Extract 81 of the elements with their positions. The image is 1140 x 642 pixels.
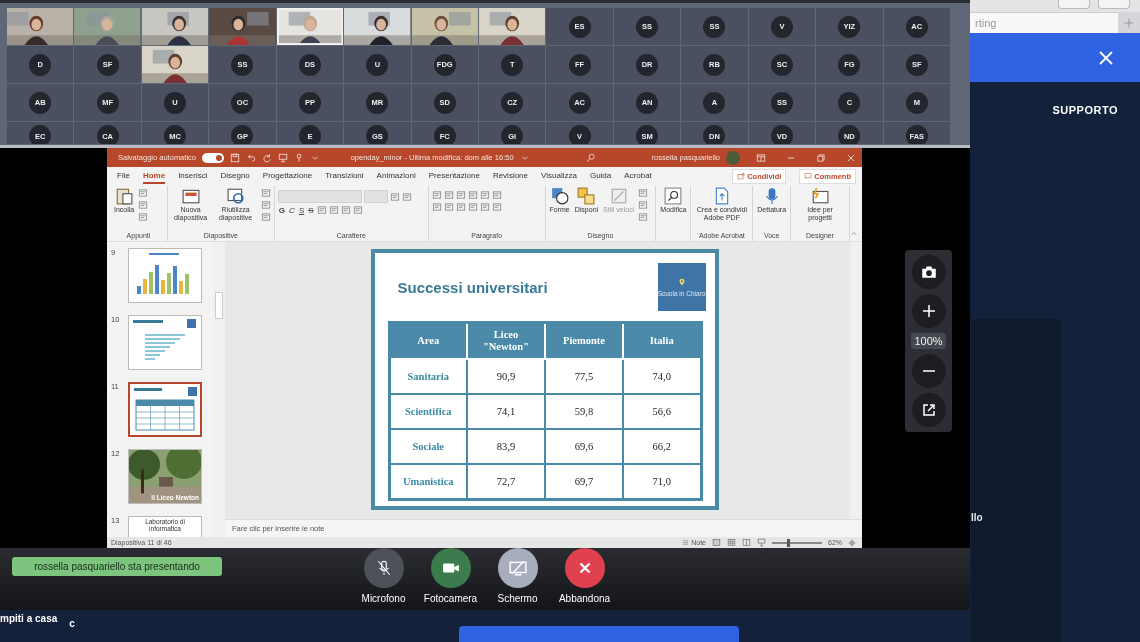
table-cell: Sociale — [389, 429, 467, 464]
ribbon-tab[interactable]: Inserisci — [178, 168, 208, 184]
ribbon-tab[interactable]: Progettazione — [262, 168, 313, 184]
new-tab-button[interactable] — [1118, 12, 1140, 33]
slide-thumbnail[interactable] — [128, 382, 202, 437]
avatar[interactable] — [726, 150, 740, 165]
ribbon-tab[interactable]: File — [117, 168, 130, 184]
microphone-button[interactable]: Microfono — [350, 548, 417, 604]
format-button[interactable]: C — [288, 205, 296, 215]
autosave-toggle[interactable] — [201, 152, 224, 163]
notes-icon[interactable] — [682, 539, 690, 546]
close-icon[interactable] — [846, 152, 856, 163]
camera-button[interactable]: Fotocamera — [417, 548, 484, 604]
shapes-icon[interactable] — [550, 187, 569, 205]
panel-text: llo — [971, 512, 983, 523]
ribbon-tab[interactable]: Acrobat — [624, 168, 652, 184]
comment-icon[interactable] — [804, 172, 813, 180]
presentation-icon[interactable] — [277, 152, 288, 163]
ribbon-tab[interactable]: Home — [142, 168, 166, 184]
font-size-field[interactable] — [363, 190, 388, 203]
undo-icon[interactable] — [245, 152, 256, 163]
search-icon[interactable] — [664, 187, 683, 205]
table-cell: 83,9 — [467, 429, 545, 464]
normal-view-icon[interactable] — [712, 538, 721, 547]
popout-button[interactable] — [911, 393, 946, 427]
format-button[interactable]: S — [297, 205, 306, 215]
slide-thumbnail[interactable] — [128, 248, 202, 303]
slide-title: Successi universitari — [397, 278, 548, 296]
zoom-in-button[interactable] — [911, 294, 946, 328]
font-name-field[interactable] — [277, 190, 362, 203]
table-cell: 69,6 — [545, 429, 623, 464]
zoom-slider[interactable] — [772, 541, 822, 544]
ribbon-tab[interactable]: Presentazione — [428, 168, 480, 184]
scrollbar[interactable] — [850, 242, 862, 519]
slideshow-icon[interactable] — [757, 538, 766, 547]
column-header: Italia — [623, 322, 701, 359]
column-header: Liceo "Newton" — [467, 322, 545, 359]
snapshot-button[interactable] — [911, 255, 946, 289]
table-cell: Sanitaria — [389, 359, 467, 394]
ribbon-tab[interactable]: Revisione — [492, 168, 529, 184]
clipboard-icon[interactable] — [115, 187, 134, 205]
sorter-view-icon[interactable] — [727, 538, 736, 547]
new-slide-icon[interactable] — [181, 187, 200, 205]
link-text[interactable]: mpiti a casa — [0, 613, 58, 624]
leave-button[interactable]: Abbandona — [551, 548, 618, 604]
support-link[interactable]: SUPPORTO — [1052, 104, 1118, 116]
arrange-icon[interactable] — [577, 187, 596, 205]
fit-window-icon[interactable] — [848, 538, 856, 547]
design-ideas-icon[interactable] — [811, 187, 830, 205]
screen-share-button[interactable]: Schermo — [484, 548, 551, 604]
ribbon-options-icon[interactable] — [756, 152, 766, 163]
share-icon[interactable] — [737, 172, 746, 180]
toolbar-button[interactable] — [1098, 0, 1130, 9]
external-link-icon[interactable] — [920, 402, 937, 418]
toolbar-button[interactable] — [1058, 0, 1090, 9]
label-text: c — [69, 618, 75, 629]
ribbon-tab[interactable]: Transizioni — [325, 168, 364, 184]
ribbon-tab[interactable]: Guida — [589, 168, 612, 184]
save-icon[interactable] — [229, 152, 240, 163]
redo-icon[interactable] — [261, 152, 272, 163]
table-cell: 90,9 — [467, 359, 545, 394]
format-button[interactable]: G — [277, 205, 287, 215]
ribbon-tab[interactable]: Disegno — [220, 168, 250, 184]
camera-icon[interactable] — [919, 263, 938, 281]
reuse-slide-icon[interactable] — [226, 187, 245, 205]
column-header: Area — [389, 322, 467, 359]
ribbon-tab[interactable]: Visualizza — [541, 168, 577, 184]
screen-off-icon[interactable] — [508, 559, 527, 577]
zoom-level: 100% — [911, 333, 946, 349]
presenter-badge: rossella pasquariello sta presentando — [12, 557, 222, 576]
table-cell: 59,8 — [545, 394, 623, 429]
format-button[interactable]: S — [307, 205, 315, 215]
column-header: Piemonte — [545, 322, 623, 359]
table-cell: 74,1 — [467, 394, 545, 429]
reading-view-icon[interactable] — [742, 538, 751, 547]
restore-icon[interactable] — [816, 152, 826, 163]
table-cell: 77,5 — [545, 359, 623, 394]
table-cell: Scientifica — [389, 394, 467, 429]
ribbon-tab[interactable]: Animazioni — [376, 168, 416, 184]
collapse-icon[interactable] — [850, 230, 858, 238]
slide-thumbnail[interactable] — [128, 315, 202, 370]
